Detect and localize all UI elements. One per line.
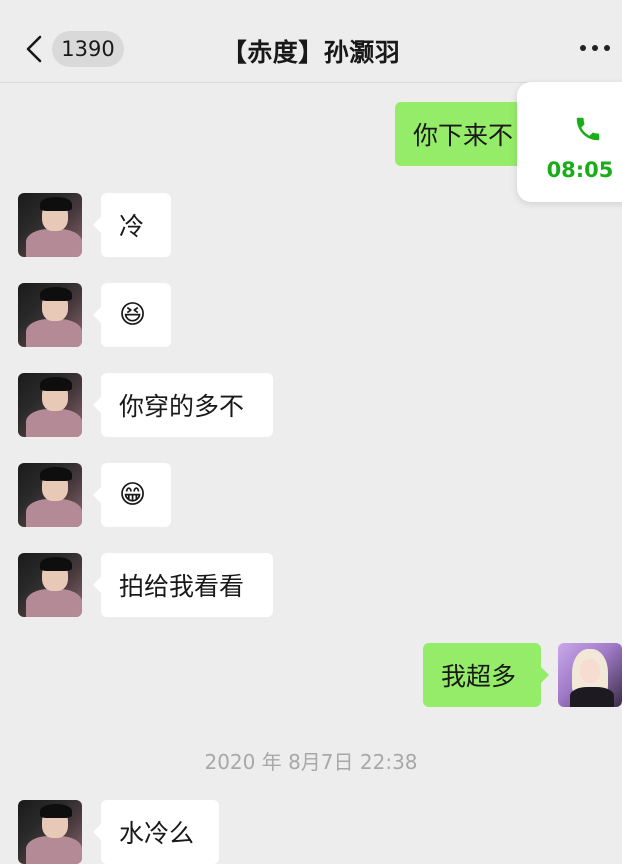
message-bubble-incoming[interactable]: 拍给我看看 xyxy=(93,553,273,617)
message-text: 我超多 xyxy=(441,662,517,691)
floating-call-window[interactable]: 08:05 xyxy=(517,82,622,202)
message-bubble-incoming[interactable]: 冷 xyxy=(93,193,171,257)
chevron-left-icon xyxy=(26,35,42,63)
contact-avatar[interactable] xyxy=(18,800,82,864)
message-bubble-incoming[interactable]: 你穿的多不 xyxy=(93,373,273,437)
message-bubble-incoming[interactable]: 😆 xyxy=(93,283,171,347)
contact-avatar[interactable] xyxy=(18,463,82,527)
message-bubble-outgoing[interactable]: 我超多 xyxy=(423,643,549,707)
self-avatar[interactable] xyxy=(558,643,622,707)
laughing-emoji-icon: 😆 xyxy=(119,300,147,330)
message-text: 你穿的多不 xyxy=(119,392,245,421)
message-text: 拍给我看看 xyxy=(119,572,245,601)
message-timestamp: 2020 年 8月7日 22:38 xyxy=(204,750,418,774)
back-button[interactable] xyxy=(14,26,54,72)
contact-avatar[interactable] xyxy=(18,193,82,257)
grimacing-emoji-icon: 😁 xyxy=(119,480,147,510)
contact-avatar[interactable] xyxy=(18,283,82,347)
phone-icon xyxy=(576,117,600,141)
message-text: 你下来不 xyxy=(413,121,514,150)
message-bubble-incoming[interactable]: 水冷么 xyxy=(93,800,219,864)
call-duration: 08:05 xyxy=(546,158,614,182)
message-bubble-incoming[interactable]: 😁 xyxy=(93,463,171,527)
more-button[interactable] xyxy=(580,36,610,60)
message-text: 冷 xyxy=(119,212,145,241)
contact-avatar[interactable] xyxy=(18,373,82,437)
ellipsis-icon xyxy=(580,45,586,51)
chat-header: 1390 【赤度】孙灏羽 xyxy=(0,0,622,83)
unread-count-badge[interactable]: 1390 xyxy=(52,31,124,67)
chat-title: 【赤度】孙灏羽 xyxy=(221,38,401,67)
contact-avatar[interactable] xyxy=(18,553,82,617)
message-text: 水冷么 xyxy=(119,819,195,848)
